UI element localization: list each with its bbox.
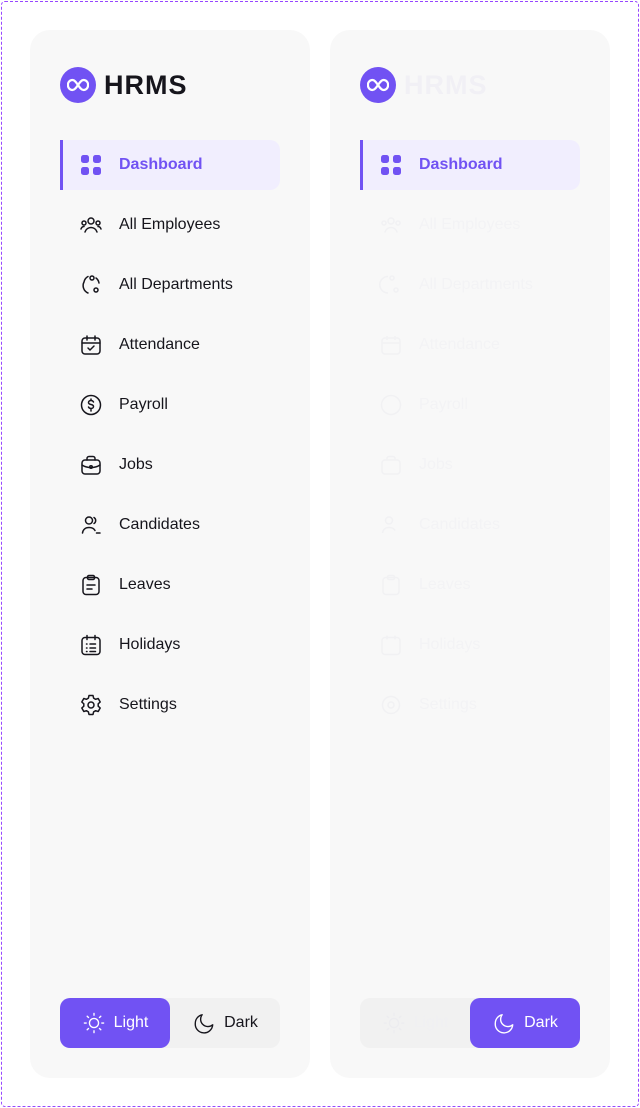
theme-switcher: Light Dark: [60, 998, 280, 1048]
sidebar-item-all-departments[interactable]: All Departments: [60, 260, 280, 310]
light-theme-button[interactable]: Light: [360, 998, 470, 1048]
sidebar-nav: Dashboard All Employees All Departments …: [360, 140, 580, 740]
moon-icon: [192, 1011, 216, 1035]
sidebar-item-attendance[interactable]: Attendance: [60, 320, 280, 370]
dark-theme-button[interactable]: Dark: [170, 998, 280, 1048]
sidebar-nav: Dashboard All Employees All Departments …: [60, 140, 280, 740]
sidebar-item-label: Jobs: [419, 456, 453, 473]
clipboard-icon: [379, 573, 403, 597]
sidebar-item-label: Candidates: [119, 516, 200, 533]
calendar-check-icon: [379, 333, 403, 357]
brand-name: HRMS: [104, 69, 188, 100]
sidebar-item-attendance[interactable]: Attendance: [360, 320, 580, 370]
dollar-circle-icon: [79, 393, 103, 417]
sidebar-item-all-employees[interactable]: All Employees: [60, 200, 280, 250]
departments-icon: [379, 273, 403, 297]
logo: HRMS: [360, 67, 488, 103]
sun-icon: [82, 1011, 106, 1035]
sidebar-item-jobs[interactable]: Jobs: [360, 440, 580, 490]
sidebar-light: HRMS Dashboard All Employees All Departm…: [30, 30, 310, 1078]
calendar-check-icon: [79, 333, 103, 357]
gear-icon: [79, 693, 103, 717]
sidebar-item-jobs[interactable]: Jobs: [60, 440, 280, 490]
sidebar-item-label: Holidays: [119, 636, 181, 653]
light-label: Light: [113, 1014, 149, 1031]
sidebar-item-payroll[interactable]: Payroll: [360, 380, 580, 430]
sidebar-item-label: All Employees: [419, 216, 521, 233]
sidebar-item-label: Candidates: [419, 516, 500, 533]
dark-theme-button[interactable]: Dark: [470, 998, 580, 1048]
sidebar-item-label: Holidays: [419, 636, 481, 653]
sidebar-item-label: Payroll: [119, 396, 168, 413]
calendar-list-icon: [379, 633, 403, 657]
light-label: Light: [413, 1014, 449, 1031]
sidebar-item-settings[interactable]: Settings: [60, 680, 280, 730]
calendar-list-icon: [79, 633, 103, 657]
sidebar-item-label: Attendance: [119, 336, 200, 353]
dashboard-icon: [379, 153, 403, 177]
sidebar-item-candidates[interactable]: Candidates: [360, 500, 580, 550]
sidebar-item-leaves[interactable]: Leaves: [60, 560, 280, 610]
sidebar-item-label: Payroll: [419, 396, 468, 413]
departments-icon: [79, 273, 103, 297]
sidebar-item-all-employees[interactable]: All Employees: [360, 200, 580, 250]
dashboard-icon: [79, 153, 103, 177]
candidates-icon: [79, 513, 103, 537]
briefcase-icon: [79, 453, 103, 477]
sidebar-item-label: All Departments: [419, 276, 533, 293]
clipboard-icon: [79, 573, 103, 597]
sidebar-item-label: Leaves: [419, 576, 471, 593]
sidebar-item-label: Jobs: [119, 456, 153, 473]
sidebar-item-label: All Departments: [119, 276, 233, 293]
sidebar-item-label: Settings: [419, 696, 477, 713]
sun-icon: [382, 1011, 406, 1035]
light-theme-button[interactable]: Light: [60, 998, 170, 1048]
candidates-icon: [379, 513, 403, 537]
logo-icon: [60, 67, 96, 103]
sidebar-item-dashboard[interactable]: Dashboard: [60, 140, 280, 190]
briefcase-icon: [379, 453, 403, 477]
theme-switcher: Light Dark: [360, 998, 580, 1048]
sidebar-dark: HRMS Dashboard All Employees All Departm…: [330, 30, 610, 1078]
dollar-circle-icon: [379, 393, 403, 417]
sidebar-item-leaves[interactable]: Leaves: [360, 560, 580, 610]
brand-name: HRMS: [404, 69, 488, 100]
users-icon: [79, 213, 103, 237]
sidebar-item-label: Leaves: [119, 576, 171, 593]
gear-icon: [379, 693, 403, 717]
sidebar-item-holidays[interactable]: Holidays: [360, 620, 580, 670]
logo-icon: [360, 67, 396, 103]
moon-icon: [492, 1011, 516, 1035]
sidebar-item-label: Dashboard: [419, 156, 503, 173]
dark-label: Dark: [524, 1014, 558, 1031]
sidebar-item-label: Settings: [119, 696, 177, 713]
sidebar-item-payroll[interactable]: Payroll: [60, 380, 280, 430]
sidebar-item-candidates[interactable]: Candidates: [60, 500, 280, 550]
sidebar-item-label: Attendance: [419, 336, 500, 353]
sidebar-item-holidays[interactable]: Holidays: [60, 620, 280, 670]
dark-label: Dark: [224, 1014, 258, 1031]
sidebar-item-settings[interactable]: Settings: [360, 680, 580, 730]
sidebar-item-label: Dashboard: [119, 156, 203, 173]
sidebar-item-dashboard[interactable]: Dashboard: [360, 140, 580, 190]
sidebar-item-all-departments[interactable]: All Departments: [360, 260, 580, 310]
sidebar-item-label: All Employees: [119, 216, 221, 233]
users-icon: [379, 213, 403, 237]
logo: HRMS: [60, 67, 188, 103]
